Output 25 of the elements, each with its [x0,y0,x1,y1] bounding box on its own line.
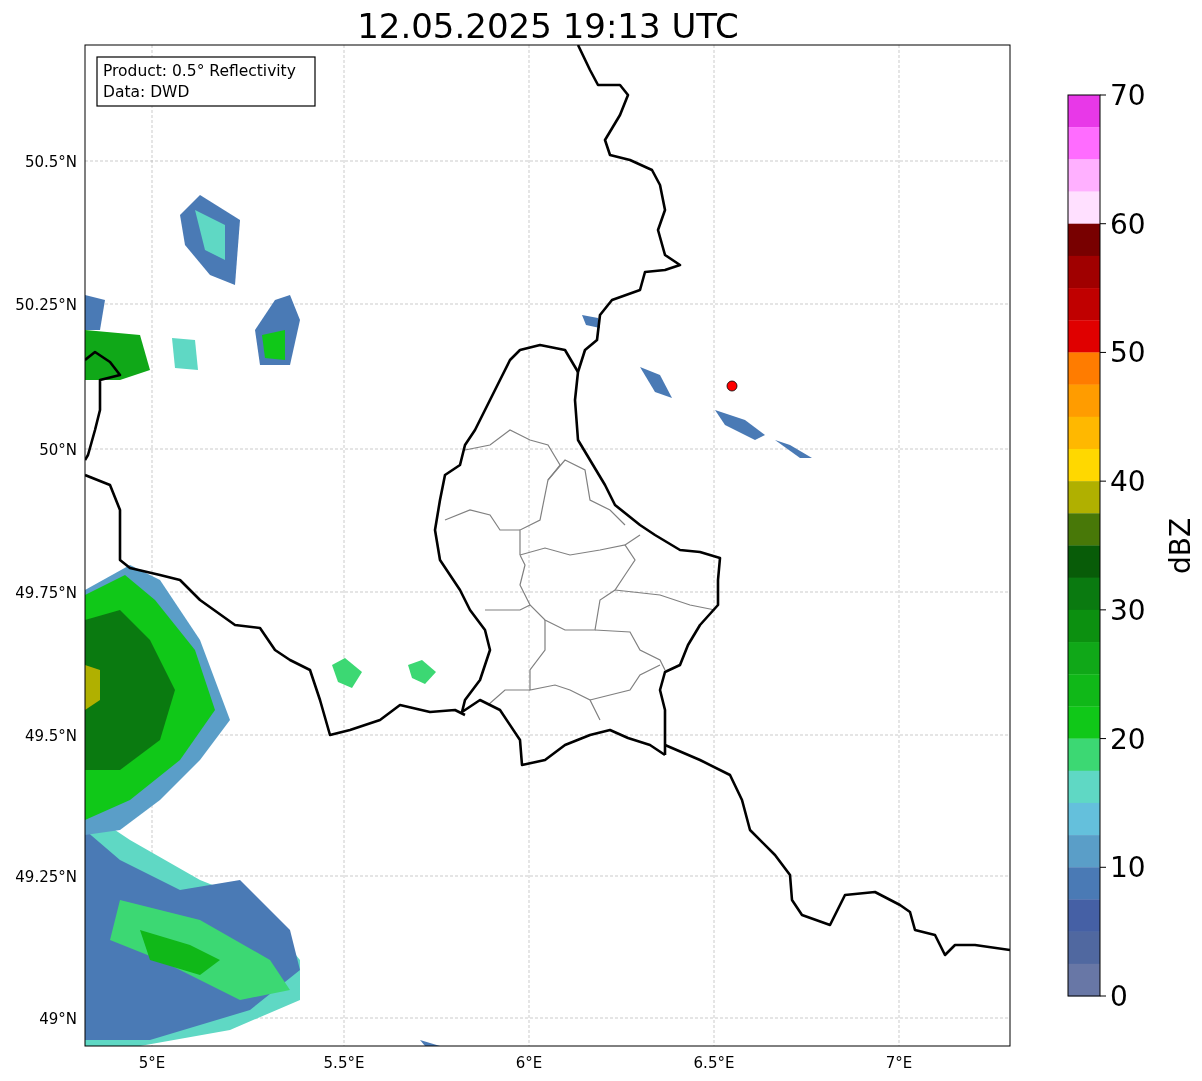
colorbar-tick-label: 0 [1110,980,1128,1013]
longitude-label: 7°E [885,1054,913,1072]
colorbar-tick-label: 40 [1110,465,1146,499]
latitude-label: 49.5°N [24,727,77,745]
longitude-label: 5.5°E [323,1054,365,1072]
longitude-label: 5°E [138,1054,166,1072]
info-text: Data: DWD [103,83,190,101]
colorbar-label: dBZ [1164,517,1197,575]
colorbar-tick-label: 50 [1110,336,1146,370]
longitude-label: 6.5°E [693,1054,735,1072]
latitude-label: 49.75°N [15,584,77,602]
latitude-label: 49°N [39,1010,77,1028]
longitude-label: 6°E [515,1054,543,1072]
station-marker [726,380,738,392]
colorbar-tick-label: 70 [1110,79,1146,112]
chart-title: 12.05.2025 19:13 UTC [357,6,739,46]
info-text: Product: 0.5° Reflectivity [103,62,296,80]
latitude-label: 50.25°N [15,296,77,314]
colorbar-tick-label: 30 [1110,593,1146,627]
colorbar-tick-label: 10 [1110,851,1146,885]
latitude-label: 49.25°N [15,868,77,886]
latitude-label: 50°N [39,441,77,459]
colorbar-tick-label: 20 [1110,722,1146,756]
colorbar-tick-label: 60 [1110,207,1146,241]
latitude-label: 50.5°N [24,153,77,171]
